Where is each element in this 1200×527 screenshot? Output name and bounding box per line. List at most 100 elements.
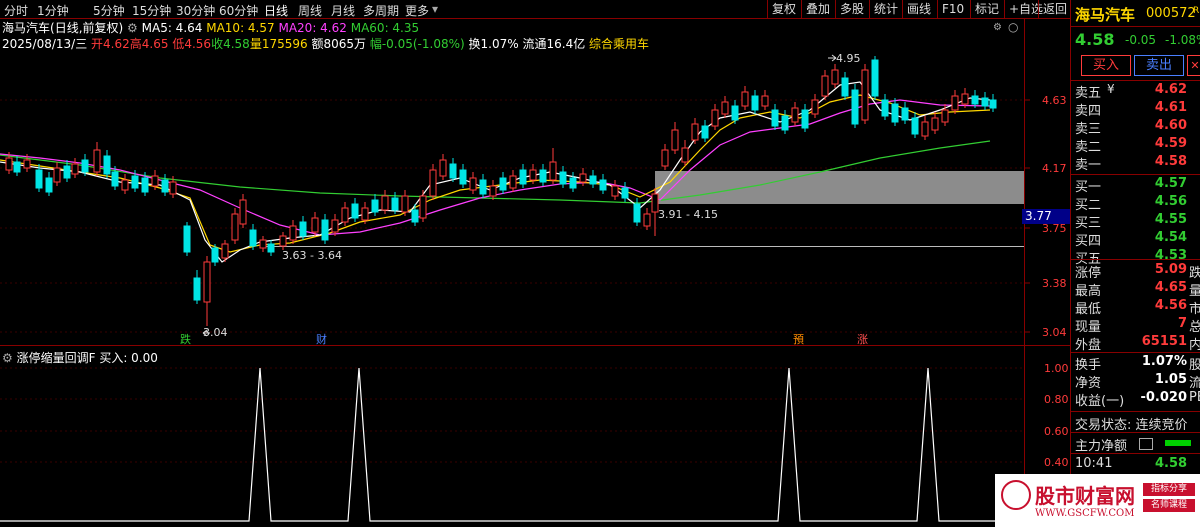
chart-close-icon[interactable]: ○ [1008,20,1018,34]
stat2-ext-label: PE [1189,390,1200,405]
candle-body [111,171,119,187]
candle-body [361,207,369,221]
candle-body [579,173,587,183]
candle-body [239,199,247,225]
candle-body [499,177,507,191]
candle-body [391,197,399,211]
last-tick-price: 4.58 [1155,456,1188,471]
buy-level-label: 买一 [1075,180,1102,195]
watermark-name: 股市财富网 [1035,484,1135,508]
sell-level-label: 卖三 [1075,122,1102,137]
buy-level-1[interactable]: 买一 4.57 [1075,176,1200,195]
buy-level-3[interactable]: 买三 4.55 [1075,212,1200,231]
candle-body [989,99,997,109]
candle-body [951,95,959,111]
stat-value: 65151 [1141,334,1187,349]
indicator-header: ⚙ 涨停缩量回调F 买入: 0.00 [2,349,158,366]
buy-level-4[interactable]: 买四 4.54 [1075,230,1200,249]
candle-body [891,103,899,123]
stat-row: 最高 4.65 量 [1075,280,1200,299]
candle-body [981,97,989,107]
stat2-value: 1.05 [1154,372,1187,387]
close-order-icon[interactable]: ✕ [1187,55,1200,76]
candle-body [381,195,389,211]
candle-body [643,213,651,227]
stat-label: 最低 [1075,302,1102,317]
sell-level-2[interactable]: 卖二 4.59 [1075,136,1200,155]
candle-body [791,107,799,123]
flow-toggle-icon[interactable] [1139,438,1153,450]
stat-ext-label: 市 [1189,302,1200,317]
candle-body [931,117,939,131]
sell-level-3[interactable]: 卖三 4.60 [1075,118,1200,137]
candle-body [489,185,497,197]
buy-button[interactable]: 买入 [1081,55,1131,76]
stat-label: 涨停 [1075,266,1102,281]
high-arrow-icon [828,54,837,62]
candle-body [589,175,597,185]
candle-body [193,277,201,301]
candle-body [911,117,919,135]
indicator-value: 买入: 0.00 [99,351,158,365]
candle-body [401,195,409,213]
buy-level-price: 4.57 [1154,176,1187,191]
candle-body [851,89,859,125]
stat2-ext-label: 流 [1189,376,1200,391]
candle-body [35,169,43,189]
indicator-title[interactable]: 涨停缩量回调F [17,351,96,365]
candle-body [449,163,457,179]
event-marker-cai[interactable]: 财 [316,332,327,346]
event-marker-die[interactable]: 跌 [180,332,191,346]
buy-level-label: 买三 [1075,216,1102,231]
candle-body [559,171,567,185]
price-chart-area[interactable]: 4.634.173.753.383.04 4.95 3.04 3.63 - 3.… [0,0,1070,527]
candle-body [751,95,759,111]
candle-body [711,109,719,127]
candle-body [169,181,177,195]
sell-button[interactable]: 卖出 [1134,55,1184,76]
candle-body [419,195,427,219]
range1-annotation: 3.63 - 3.64 [282,249,342,262]
stat2-label: 净资 [1075,376,1102,391]
candle-body [45,177,53,193]
candle-body [599,179,607,191]
candle-body [203,261,211,303]
stat2-row: 换手 1.07% 股 [1075,354,1200,373]
candle-body [411,209,419,223]
candle-body [731,105,739,121]
buy-level-label: 买二 [1075,198,1102,213]
event-marker-zhang[interactable]: 涨 [857,333,868,346]
stat-label: 最高 [1075,284,1102,299]
watermark-url: WWW.GSCFW.COM [1035,508,1135,519]
indicator-gear-icon[interactable]: ⚙ [2,351,13,365]
buy-level-price: 4.53 [1154,248,1187,263]
buy-level-2[interactable]: 买二 4.56 [1075,194,1200,213]
last-tick-time: 10:41 [1075,456,1113,471]
stat2-row: 收益(一) -0.020PE [1075,390,1200,409]
sell-level-4[interactable]: 卖四 4.61 [1075,100,1200,119]
quote-change: -0.05 [1125,33,1157,47]
candle-body [971,95,979,105]
stat2-value: -0.020 [1140,390,1187,405]
candle-body [569,177,577,189]
stat2-label: 换手 [1075,358,1102,373]
event-marker-yu[interactable]: 預 [793,333,804,346]
candle-body [621,187,629,199]
candle-body [479,179,487,195]
chart-settings-icon[interactable]: ⚙ [993,22,1002,33]
stat2-ext-label: 股 [1189,358,1200,373]
candle-body [871,59,879,97]
stat-value: 4.65 [1154,280,1187,295]
candle-body [661,149,669,167]
candle-body [509,175,517,189]
candle-body [691,123,699,141]
indicator-axis-label: 0.40 [1044,456,1069,469]
main-flow-label: 主力净额 [1075,439,1128,454]
sell-level-price: 4.60 [1154,118,1187,133]
candle-body [299,221,307,237]
sell-level-label: 卖四 [1075,104,1102,119]
sell-level-1[interactable]: 卖一 4.58 [1075,154,1200,173]
current-price-tag: 3.77 [1022,209,1070,224]
sell-level-5[interactable]: 卖五 4.62 [1075,82,1200,101]
price-axis-label: 4.17 [1042,162,1067,175]
